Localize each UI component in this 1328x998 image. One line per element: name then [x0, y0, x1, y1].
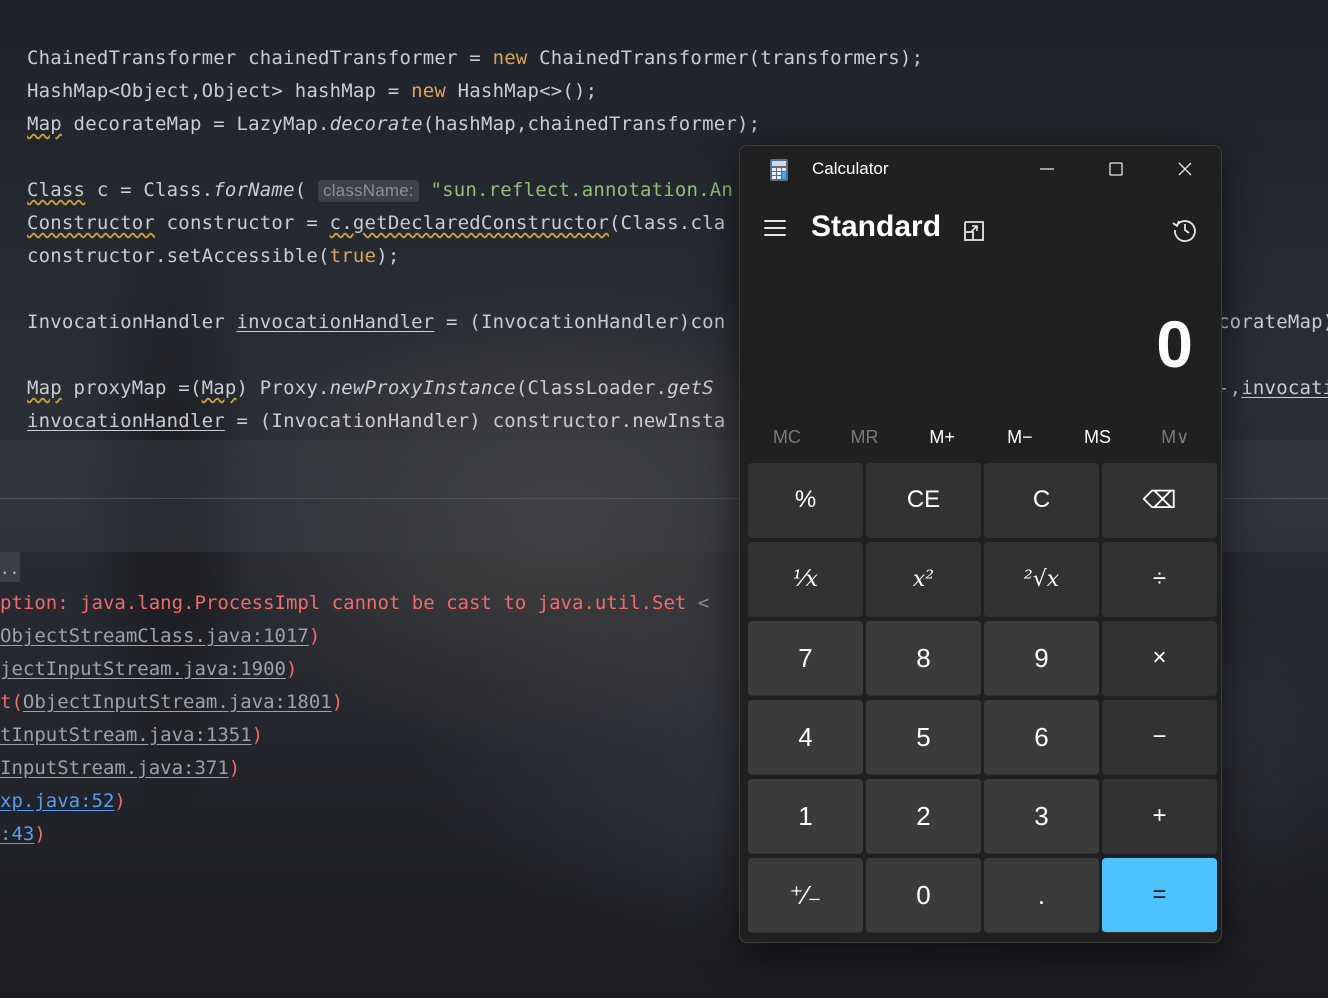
digit-4-button[interactable]: 4	[748, 700, 863, 775]
memory-row: MC MR M+ M− MS M∨	[748, 420, 1214, 454]
square-button[interactable]: x²	[866, 542, 981, 617]
keep-on-top-icon[interactable]	[962, 219, 986, 243]
backspace-button[interactable]: ⌫	[1102, 463, 1217, 538]
digit-0-button[interactable]: 0	[866, 858, 981, 933]
parameter-hint: className:	[318, 180, 419, 202]
digit-1-button[interactable]: 1	[748, 779, 863, 854]
code-line: InvocationHandler invocationHandler = (I…	[27, 311, 726, 333]
stack-trace-line: t(ObjectInputStream.java:1801)	[0, 691, 344, 713]
title-bar[interactable]: Calculator	[740, 146, 1221, 192]
app-title: Calculator	[812, 159, 889, 178]
code-line: Constructor constructor = c.getDeclaredC…	[27, 212, 726, 234]
menu-icon[interactable]	[764, 220, 786, 238]
stack-trace-line: ObjectStreamClass.java:1017)	[0, 625, 321, 647]
stack-trace-link[interactable]: tInputStream.java:1351	[0, 724, 252, 746]
calculator-header: Standard	[740, 202, 1221, 258]
memory-subtract-button[interactable]: M−	[981, 420, 1059, 454]
digit-7-button[interactable]: 7	[748, 621, 863, 696]
digit-3-button[interactable]: 3	[984, 779, 1099, 854]
memory-list-button[interactable]: M∨	[1136, 420, 1214, 454]
code-line: Map decorateMap = LazyMap.decorate(hashM…	[27, 113, 761, 135]
digit-2-button[interactable]: 2	[866, 779, 981, 854]
negate-button[interactable]: ⁺⁄₋	[748, 858, 863, 933]
minimize-button[interactable]	[1013, 146, 1081, 192]
code-line: invocationHandler = (InvocationHandler) …	[27, 410, 726, 432]
code-line-overflow: corateMap)	[1218, 311, 1328, 333]
close-icon	[1178, 162, 1192, 176]
digit-8-button[interactable]: 8	[866, 621, 981, 696]
close-button[interactable]	[1151, 146, 1219, 192]
code-line-overflow: -,invocati	[1218, 377, 1328, 399]
stack-trace-line: jectInputStream.java:1900)	[0, 658, 298, 680]
maximize-icon	[1109, 162, 1123, 176]
code-line: ChainedTransformer chainedTransformer = …	[27, 47, 924, 69]
memory-recall-button[interactable]: MR	[826, 420, 904, 454]
stack-trace-link[interactable]: :43	[0, 823, 34, 845]
calculator-app-icon	[770, 159, 788, 181]
minimize-icon	[1040, 168, 1054, 170]
square-root-button[interactable]: ²√x	[984, 542, 1099, 617]
clear-entry-button[interactable]: CE	[866, 463, 981, 538]
error-message: ption: java.lang.ProcessImpl cannot be c…	[0, 592, 710, 614]
stack-trace-line: InputStream.java:371)	[0, 757, 241, 779]
stack-trace-link[interactable]: ObjectStreamClass.java:1017	[0, 625, 309, 647]
digit-6-button[interactable]: 6	[984, 700, 1099, 775]
digit-5-button[interactable]: 5	[866, 700, 981, 775]
divide-button[interactable]: ÷	[1102, 542, 1217, 617]
memory-store-button[interactable]: MS	[1059, 420, 1137, 454]
mode-title: Standard	[811, 210, 942, 243]
percent-button[interactable]: %	[748, 463, 863, 538]
keypad: % CE C ⌫ ¹⁄x x² ²√x ÷ 7 8 9 × 4 5 6 − 1 …	[748, 463, 1217, 933]
add-button[interactable]: +	[1102, 779, 1217, 854]
stack-trace-line: :43)	[0, 823, 46, 845]
memory-clear-button[interactable]: MC	[748, 420, 826, 454]
equals-button[interactable]: =	[1102, 858, 1217, 933]
stack-trace-line: xp.java:52)	[0, 790, 126, 812]
result-display: 0	[1156, 307, 1193, 381]
code-line: constructor.setAccessible(true);	[27, 245, 400, 267]
subtract-button[interactable]: −	[1102, 700, 1217, 775]
stack-trace-link[interactable]: xp.java:52	[0, 790, 114, 812]
decimal-button[interactable]: .	[984, 858, 1099, 933]
code-line: Class c = Class.forName( className: "sun…	[27, 179, 734, 202]
maximize-button[interactable]	[1082, 146, 1150, 192]
reciprocal-button[interactable]: ¹⁄x	[748, 542, 863, 617]
stack-trace-link[interactable]: jectInputStream.java:1900	[0, 658, 286, 680]
stack-trace-link[interactable]: InputStream.java:371	[0, 757, 229, 779]
history-icon[interactable]	[1172, 217, 1198, 243]
clear-button[interactable]: C	[984, 463, 1099, 538]
memory-add-button[interactable]: M+	[903, 420, 981, 454]
code-line: Map proxyMap =(Map) Proxy.newProxyInstan…	[27, 377, 714, 399]
multiply-button[interactable]: ×	[1102, 621, 1217, 696]
calculator-window: Calculator Standard 0 MC MR M+ M− MS M∨ …	[739, 145, 1222, 943]
code-line: HashMap<Object,Object> hashMap = new Has…	[27, 80, 598, 102]
digit-9-button[interactable]: 9	[984, 621, 1099, 696]
console-tab[interactable]: ..	[0, 552, 20, 582]
stack-trace-link[interactable]: ObjectInputStream.java:1801	[23, 691, 332, 713]
stack-trace-line: tInputStream.java:1351)	[0, 724, 264, 746]
